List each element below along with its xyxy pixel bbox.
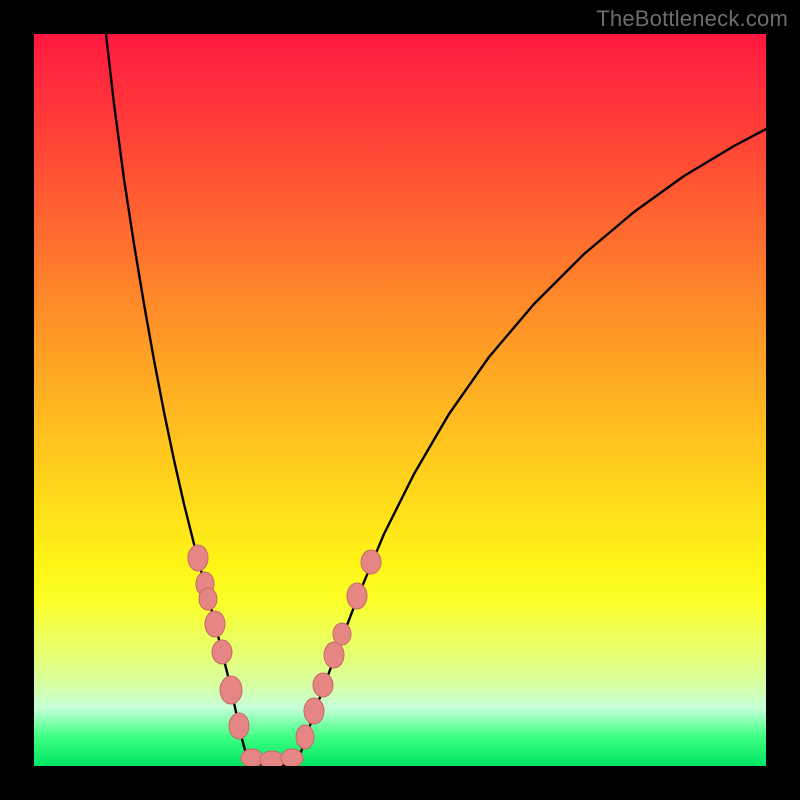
bead-left-0 [188, 545, 208, 571]
outer-frame: TheBottleneck.com [0, 0, 800, 800]
bead-right-6 [361, 550, 381, 574]
watermark-text: TheBottleneck.com [596, 6, 788, 32]
bottleneck-curve-chart [34, 34, 766, 766]
bead-left-3 [205, 611, 225, 637]
bead-right-1 [304, 698, 324, 724]
bead-left-4 [212, 640, 232, 664]
bead-right-4 [333, 623, 351, 645]
bead-right-0 [296, 725, 314, 749]
bead-right-5 [347, 583, 367, 609]
bead-right-3 [324, 642, 344, 668]
plot-area [34, 34, 766, 766]
bead-left-5 [220, 676, 242, 704]
bead-bottom-2 [281, 749, 303, 766]
bead-bottom-1 [260, 751, 284, 766]
bead-left-2 [199, 588, 217, 610]
bottleneck-curve [106, 34, 766, 766]
bead-bottom-0 [241, 749, 263, 766]
bead-right-2 [313, 673, 333, 697]
bead-left-6 [229, 713, 249, 739]
